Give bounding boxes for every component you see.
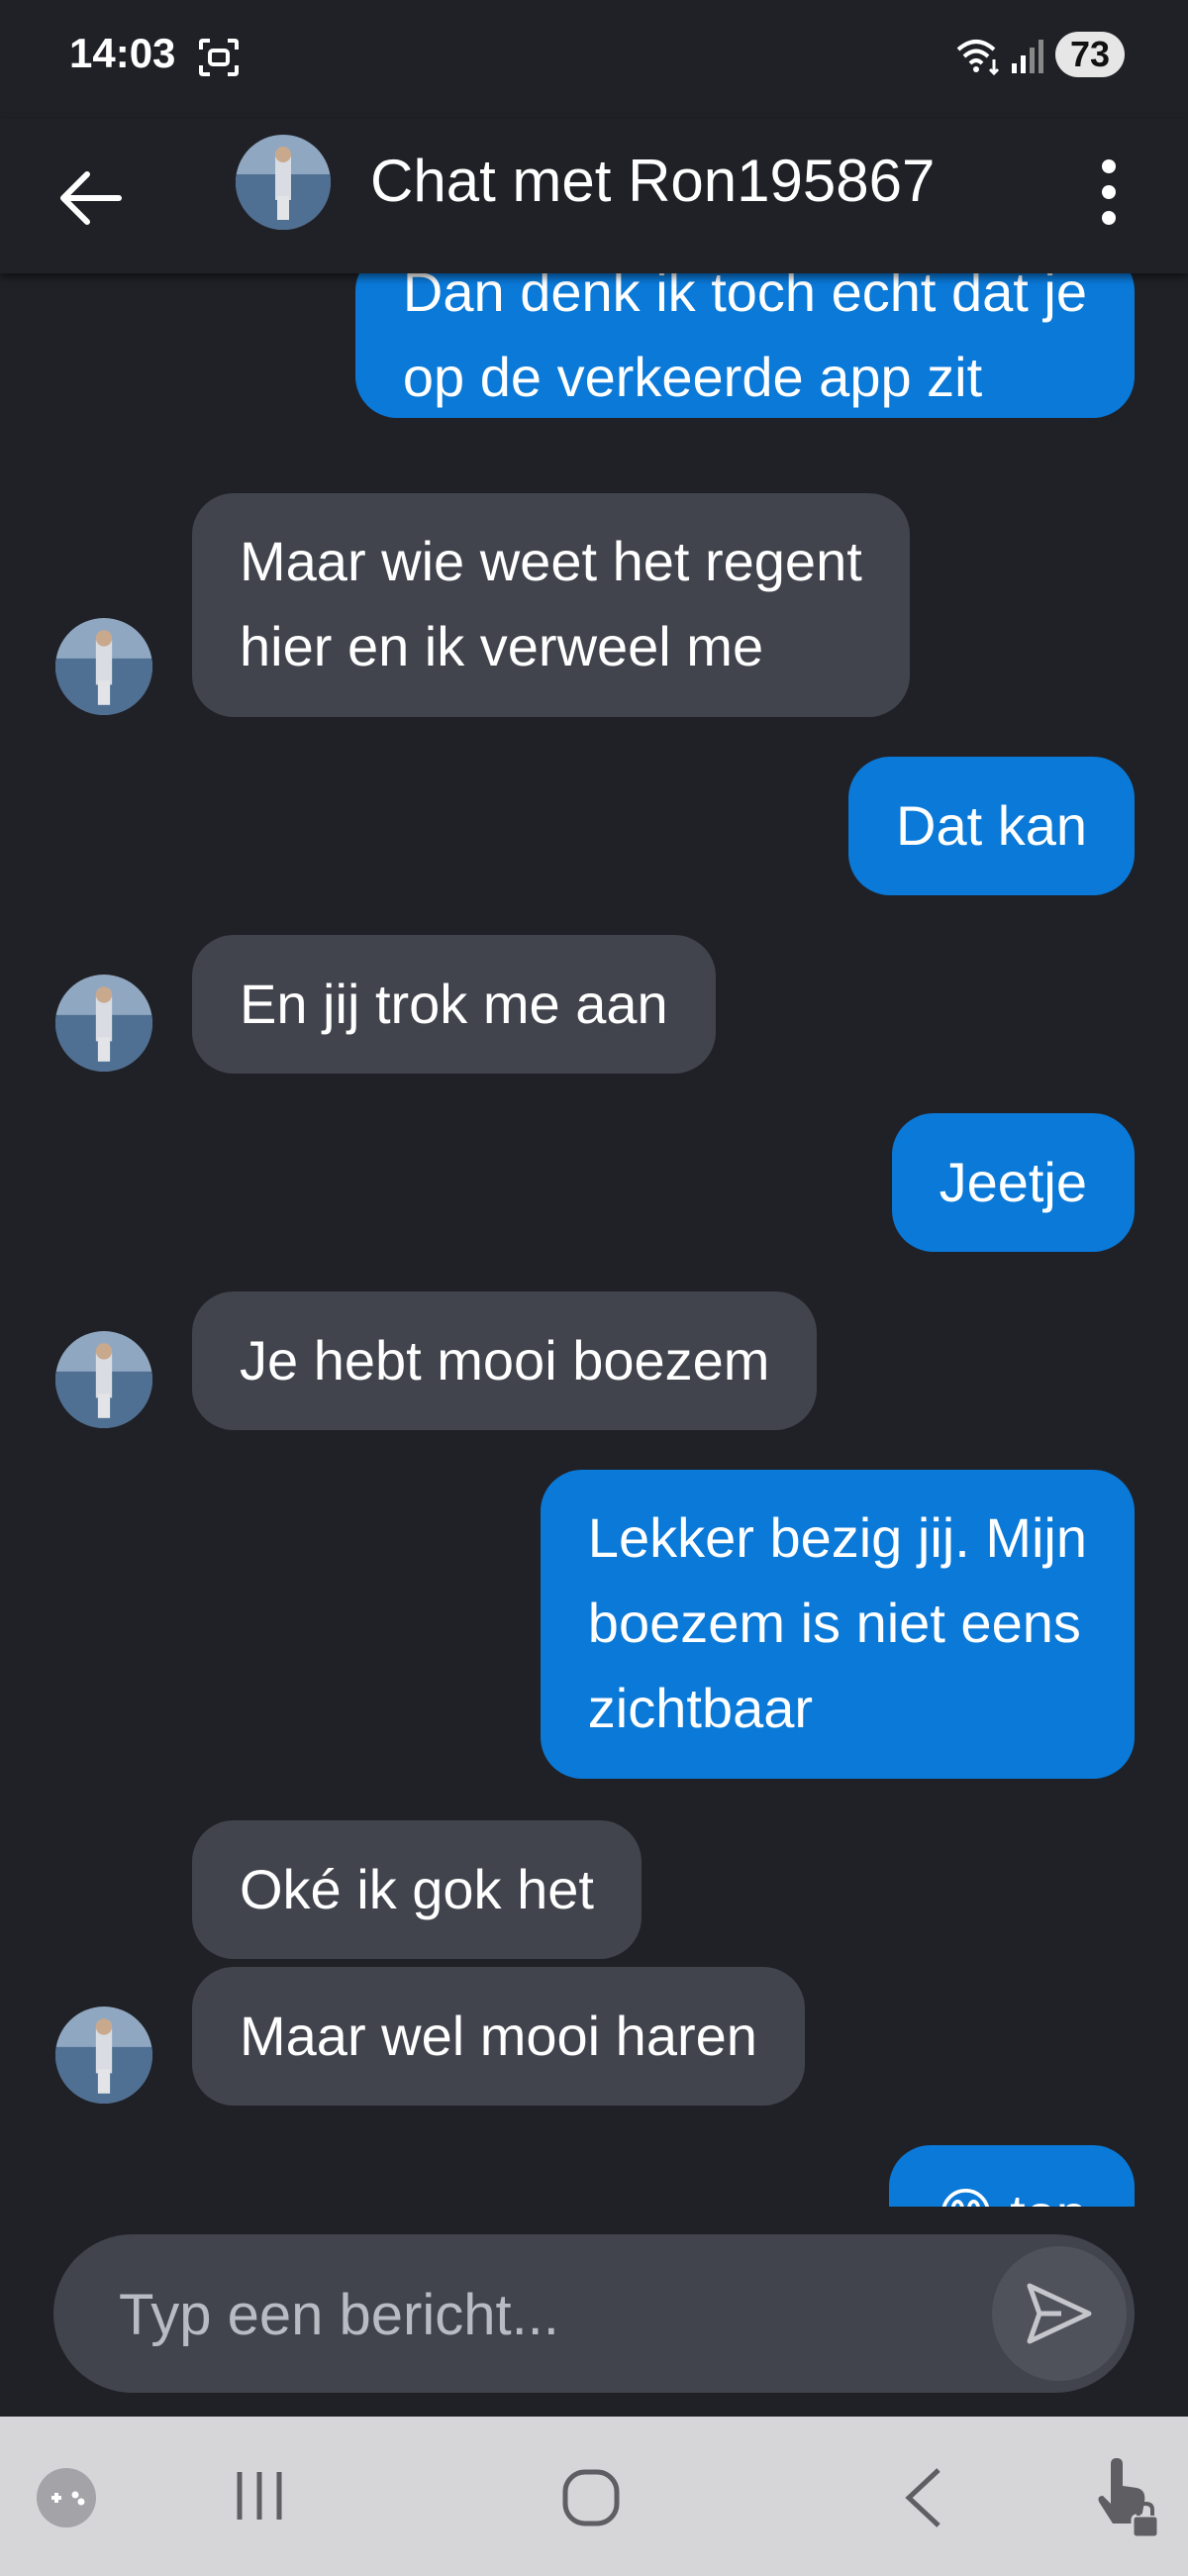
message-line: Lekker bezig jij. Mijn [587, 1506, 1087, 1569]
avatar-image [55, 1331, 152, 1428]
wifi-icon [956, 40, 1000, 76]
message-line: hier en ik verweel me [240, 615, 764, 677]
avatar-image [55, 2007, 152, 2104]
sender-avatar[interactable] [55, 618, 152, 715]
sender-avatar[interactable] [55, 2007, 152, 2104]
chat-title: Chat met Ron195867 [370, 148, 936, 214]
message-line: Je hebt mooi boezem [240, 1329, 770, 1391]
sender-avatar[interactable] [55, 1331, 152, 1428]
message-outgoing: Dan denk ik toch echt dat je op de verke… [354, 273, 1135, 418]
avatar-image [55, 618, 152, 715]
screenshot-icon [199, 39, 239, 76]
message-outgoing: 😊 top [889, 2145, 1135, 2207]
message-incoming: En jij trok me aan [192, 935, 716, 1074]
message-line: 😊 top [937, 2172, 1087, 2207]
message-line: boezem is niet eens [587, 1592, 1081, 1654]
message-line: Maar wel mooi haren [240, 2005, 757, 2067]
avatar-image [236, 135, 331, 230]
contact-avatar[interactable] [236, 135, 331, 230]
message-incoming: Je hebt mooi boezem [192, 1291, 818, 1430]
message-incoming: Maar wel mooi haren [192, 1967, 805, 2106]
message-outgoing: Jeetje [891, 1113, 1135, 1252]
message-incoming: Oké ik gok het [192, 1820, 642, 1959]
message-incoming: Maar wie weet het regent hier en ik verw… [192, 493, 910, 717]
recent-apps-icon[interactable] [230, 2466, 289, 2525]
send-icon [1027, 2283, 1092, 2344]
sender-avatar[interactable] [55, 975, 152, 1072]
game-launcher-icon[interactable] [34, 2468, 99, 2527]
chat-header: Chat met Ron195867 [0, 119, 1188, 273]
back-icon[interactable] [901, 2466, 944, 2529]
status-bar: 14:03 73 [0, 0, 1188, 119]
back-arrow-icon[interactable] [57, 168, 127, 228]
avatar-image [55, 975, 152, 1072]
message-input[interactable] [117, 2234, 992, 2395]
touch-lock-icon[interactable] [1091, 2456, 1162, 2539]
send-button[interactable] [992, 2246, 1127, 2381]
message-composer [53, 2234, 1135, 2395]
signal-icon [1012, 40, 1043, 73]
message-line: Oké ik gok het [240, 1858, 594, 1920]
home-icon[interactable] [560, 2468, 622, 2527]
message-line: En jij trok me aan [240, 973, 668, 1035]
message-line: Dan denk ik toch echt dat je [402, 273, 1087, 323]
message-list[interactable]: Dan denk ik toch echt dat je op de verke… [0, 273, 1188, 2207]
message-line: zichtbaar [587, 1677, 814, 1739]
message-line: Jeetje [939, 1151, 1087, 1213]
message-line: Dat kan [896, 794, 1087, 857]
message-outgoing: Dat kan [848, 757, 1135, 895]
composer-area [0, 2207, 1188, 2417]
battery-badge: 73 [1055, 32, 1125, 77]
message-line: op de verkeerde app zit [402, 346, 983, 408]
message-outgoing: Lekker bezig jij. Mijn boezem is niet ee… [540, 1470, 1135, 1779]
system-nav-bar [0, 2417, 1188, 2576]
more-vertical-icon[interactable] [1093, 153, 1125, 232]
status-time: 14:03 [69, 30, 176, 76]
message-line: Maar wie weet het regent [240, 530, 862, 592]
